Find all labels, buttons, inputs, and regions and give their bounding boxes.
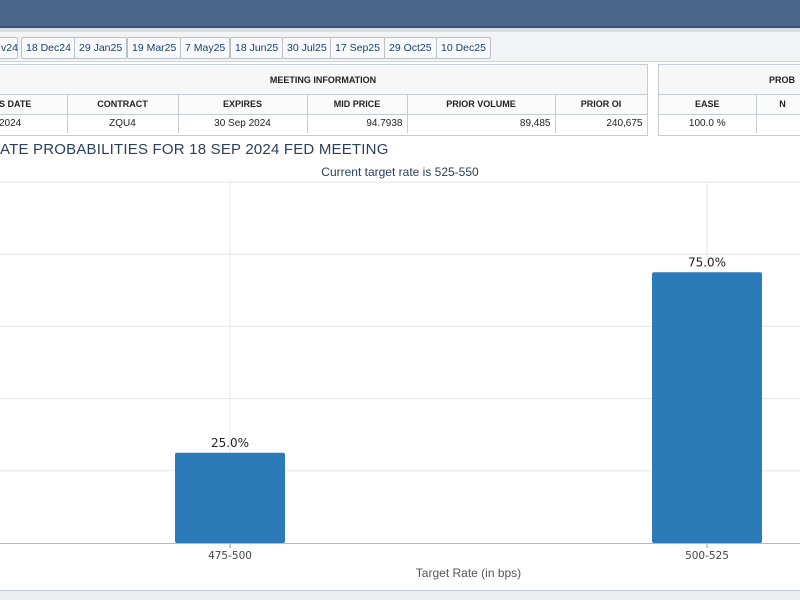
bottom-scroll-strip: [0, 590, 800, 600]
meeting-information-title: MEETING INFORMATION: [0, 65, 647, 95]
tab-meeting-5[interactable]: 18 Jun25: [230, 37, 284, 59]
value-expires: 30 Sep 2024: [178, 114, 308, 133]
chart-title: ATE PROBABILITIES FOR 18 SEP 2024 FED ME…: [0, 141, 389, 158]
probabilities-header-row: EASE N: [659, 95, 800, 115]
probabilities-value-row: 100.0 %: [659, 114, 800, 133]
tab-meeting-8[interactable]: 29 Oct25: [384, 37, 437, 59]
tab-meeting-7[interactable]: 17 Sep25: [330, 37, 385, 59]
tab-meeting-0[interactable]: v24: [0, 37, 18, 59]
tab-meeting-3[interactable]: 19 Mar25: [127, 37, 182, 59]
tab-meeting-6[interactable]: 30 Jul25: [282, 37, 332, 59]
header-mid-price: MID PRICE: [307, 95, 408, 115]
tab-meeting-9[interactable]: 10 Dec25: [436, 37, 491, 59]
tab-meeting-2[interactable]: 29 Jan25: [74, 37, 128, 59]
header-no-change: N: [756, 95, 800, 115]
value-prior-volume: 89,485: [407, 114, 556, 133]
tab-meeting-1[interactable]: 18 Dec24: [21, 37, 76, 59]
header-date: S DATE: [0, 95, 68, 115]
probabilities-title: PROB: [659, 65, 800, 95]
value-no-change: [756, 114, 800, 133]
probability-bar-chart: 25.0% 475-500 75.0% 500-525: [0, 181, 800, 560]
header-ease: EASE: [659, 95, 757, 115]
value-contract: ZQU4: [67, 114, 179, 133]
x-tick-label-475-500: 475-500: [208, 550, 252, 560]
header-contract: CONTRACT: [67, 95, 179, 115]
value-prior-oi: 240,675: [555, 114, 648, 133]
probabilities-panel: PROB EASE N 100.0 %: [658, 64, 800, 136]
meeting-information-panel: MEETING INFORMATION S DATE CONTRACT EXPI…: [0, 64, 648, 136]
data-label-500-525: 75.0%: [688, 255, 726, 269]
bar-500-525: [652, 272, 762, 543]
value-ease: 100.0 %: [659, 114, 757, 133]
header-prior-oi: PRIOR OI: [555, 95, 648, 115]
meeting-information-header-row: S DATE CONTRACT EXPIRES MID PRICE PRIOR …: [0, 95, 648, 115]
app-header-bar: [0, 0, 800, 28]
value-mid-price: 94.7938: [307, 114, 408, 133]
data-label-475-500: 25.0%: [211, 436, 249, 450]
value-date: 2024: [0, 114, 68, 133]
x-tick-label-500-525: 500-525: [685, 550, 729, 560]
bar-475-500: [175, 452, 285, 543]
tab-meeting-4[interactable]: 7 May25: [180, 37, 231, 59]
chart-subtitle: Current target rate is 525-550: [321, 165, 479, 179]
meeting-information-value-row: 2024 ZQU4 30 Sep 2024 94.7938 89,485 240…: [0, 114, 648, 133]
probabilities-table: EASE N 100.0 %: [659, 95, 800, 133]
x-axis-label: Target Rate (in bps): [415, 566, 522, 580]
meeting-date-tabs: v24 18 Dec24 29 Jan25 19 Mar25 7 May25 1…: [0, 32, 800, 62]
header-expires: EXPIRES: [178, 95, 308, 115]
header-prior-volume: PRIOR VOLUME: [407, 95, 556, 115]
meeting-information-table: S DATE CONTRACT EXPIRES MID PRICE PRIOR …: [0, 95, 648, 133]
